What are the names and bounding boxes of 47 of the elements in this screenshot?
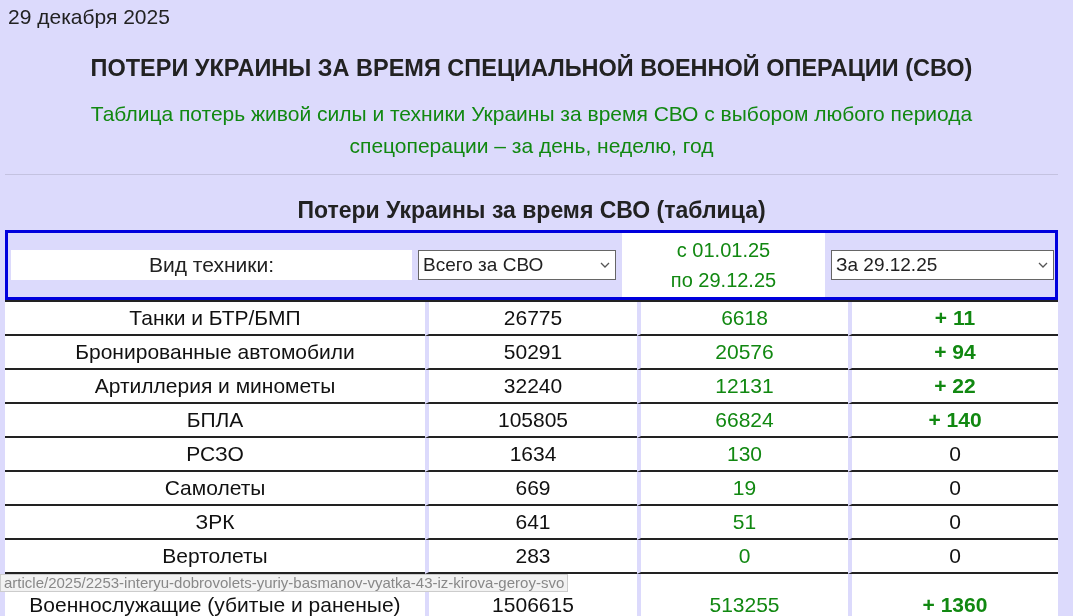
row-label: БПЛА — [186, 408, 244, 432]
table-cell: 66824 — [715, 408, 774, 432]
table-cell: 51 — [732, 510, 757, 534]
table-heading: Потери Украины за время СВО (таблица) — [296, 197, 767, 225]
filter-label: Вид техники: — [149, 253, 274, 277]
table-cell: + 11 — [934, 306, 976, 330]
row-label: Вертолеты — [162, 544, 268, 568]
table-cell: 0 — [949, 510, 961, 534]
table-cell: + 94 — [934, 340, 976, 364]
table-cell: 641 — [515, 510, 551, 534]
row-label: ЗРК — [195, 510, 235, 534]
table-cell: 0 — [738, 544, 751, 568]
table-cell: 0 — [949, 442, 961, 466]
table-cell: 1634 — [509, 442, 557, 466]
table-cell: 130 — [726, 442, 762, 466]
row-label: Артиллерия и минометы — [94, 374, 336, 398]
table-cell: 12131 — [715, 374, 774, 398]
table-cell: 32240 — [503, 374, 563, 398]
range-from: с 01.01.25 — [676, 238, 771, 263]
row-label: Танки и БТР/БМП — [129, 306, 301, 330]
table-cell: 50291 — [503, 340, 563, 364]
day-select[interactable]: За 29.12.25 — [831, 250, 1054, 280]
table-cell: + 1360 — [922, 593, 988, 616]
row-label: Военнослужащие (убитые и раненые) — [29, 593, 401, 616]
page-subtitle: Таблица потерь живой силы и техники Украины за время СВО с выбором любого периода спецоперации – за день, неделю, год — [89, 101, 974, 159]
page-title: ПОТЕРИ УКРАИНЫ ЗА ВРЕМЯ СПЕЦИАЛЬНОЙ ВОЕННОЙ ОПЕРАЦИИ (СВО) — [89, 55, 974, 82]
range-to: по 29.12.25 — [670, 268, 777, 293]
table-cell: + 22 — [934, 374, 976, 398]
table-cell: 1506615 — [492, 593, 574, 616]
table-cell: + 140 — [928, 408, 982, 432]
table-cell: 19 — [732, 476, 757, 500]
table-cell: 283 — [515, 544, 551, 568]
table-cell: 20576 — [715, 340, 774, 364]
table-cell: 0 — [949, 476, 961, 500]
row-label: Бронированные автомобили — [75, 340, 355, 364]
table-cell: 0 — [949, 544, 961, 568]
row-label: РСЗО — [186, 442, 244, 466]
chevron-icon — [599, 261, 611, 269]
table-cell: 513255 — [709, 593, 780, 616]
table-cell: 26775 — [503, 306, 563, 330]
row-label: Самолеты — [164, 476, 266, 500]
date-text: 29 декабря 2025 — [8, 5, 171, 30]
chevron-icon — [1037, 261, 1049, 269]
period-select[interactable]: Всего за СВО — [418, 250, 616, 280]
table-cell: 6618 — [721, 306, 768, 330]
table-cell: 105805 — [497, 408, 569, 432]
table-cell: 669 — [515, 476, 551, 500]
